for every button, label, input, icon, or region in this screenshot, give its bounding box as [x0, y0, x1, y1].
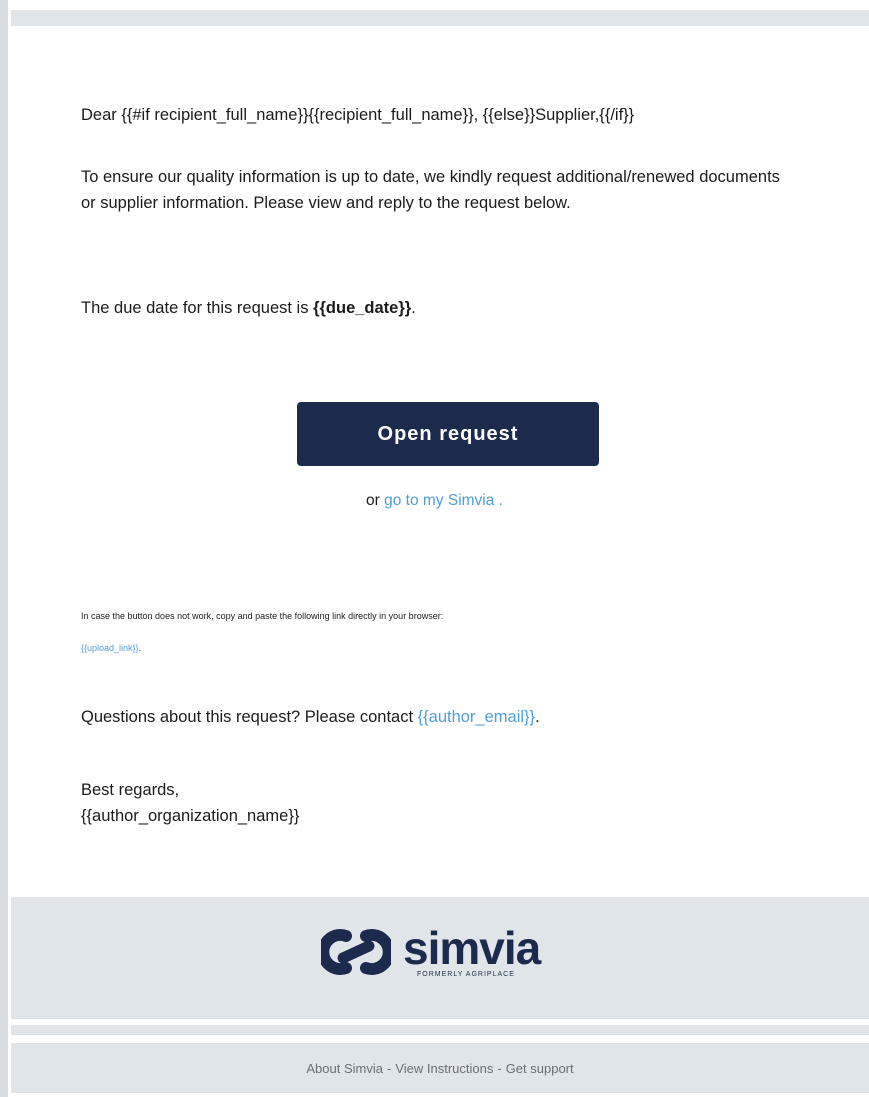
due-date-suffix: .	[411, 299, 416, 317]
intro-paragraph: To ensure our quality information is up …	[81, 168, 780, 212]
signature-text: {{author_organization_name}}	[81, 807, 300, 825]
questions-suffix: .	[535, 708, 540, 726]
footer-divider-band	[11, 1025, 869, 1035]
upload-link-line: {{upload_link}}.	[81, 643, 141, 653]
sign-off: Best regards, {{author_organization_name…	[81, 777, 299, 829]
author-email-link[interactable]: {{author_email}}	[418, 708, 535, 726]
footer-separator: -	[386, 1060, 392, 1076]
about-simvia-link[interactable]: About Simvia	[304, 1061, 385, 1076]
upload-link[interactable]: {{upload_link}}	[81, 643, 139, 653]
open-request-button[interactable]: Open request	[297, 402, 599, 466]
go-to-simvia-link[interactable]: go to my Simvia .	[384, 492, 503, 509]
alternative-prefix: or	[366, 492, 385, 509]
simvia-logo-icon	[321, 929, 391, 975]
upload-link-suffix: .	[138, 643, 142, 653]
questions-line: Questions about this request? Please con…	[81, 704, 540, 730]
logo-text-group: simvia FORMERLY AGRIPLACE	[403, 922, 541, 978]
alternative-link-line: or go to my Simvia .	[0, 492, 869, 510]
view-instructions-link[interactable]: View Instructions	[393, 1061, 495, 1076]
get-support-link[interactable]: Get support	[504, 1061, 576, 1076]
questions-prefix: Questions about this request? Please con…	[81, 708, 418, 726]
closing-text: Best regards,	[81, 781, 180, 799]
due-date-line: The due date for this request is {{due_d…	[81, 295, 416, 321]
footer-links: About Simvia - View Instructions - Get s…	[11, 1043, 869, 1093]
footer-separator: -	[497, 1060, 502, 1076]
due-date-value: {{due_date}}	[313, 299, 412, 317]
logo-tagline: FORMERLY AGRIPLACE	[417, 971, 515, 978]
left-border	[0, 0, 8, 1097]
greeting: Dear {{#if recipient_full_name}}{{recipi…	[81, 106, 635, 124]
logo-wordmark: simvia	[403, 922, 541, 974]
fallback-note: In case the button does not work, copy a…	[81, 611, 444, 621]
simvia-logo: simvia FORMERLY AGRIPLACE	[321, 922, 541, 978]
header-band	[11, 10, 869, 26]
due-date-prefix: The due date for this request is	[81, 299, 314, 317]
